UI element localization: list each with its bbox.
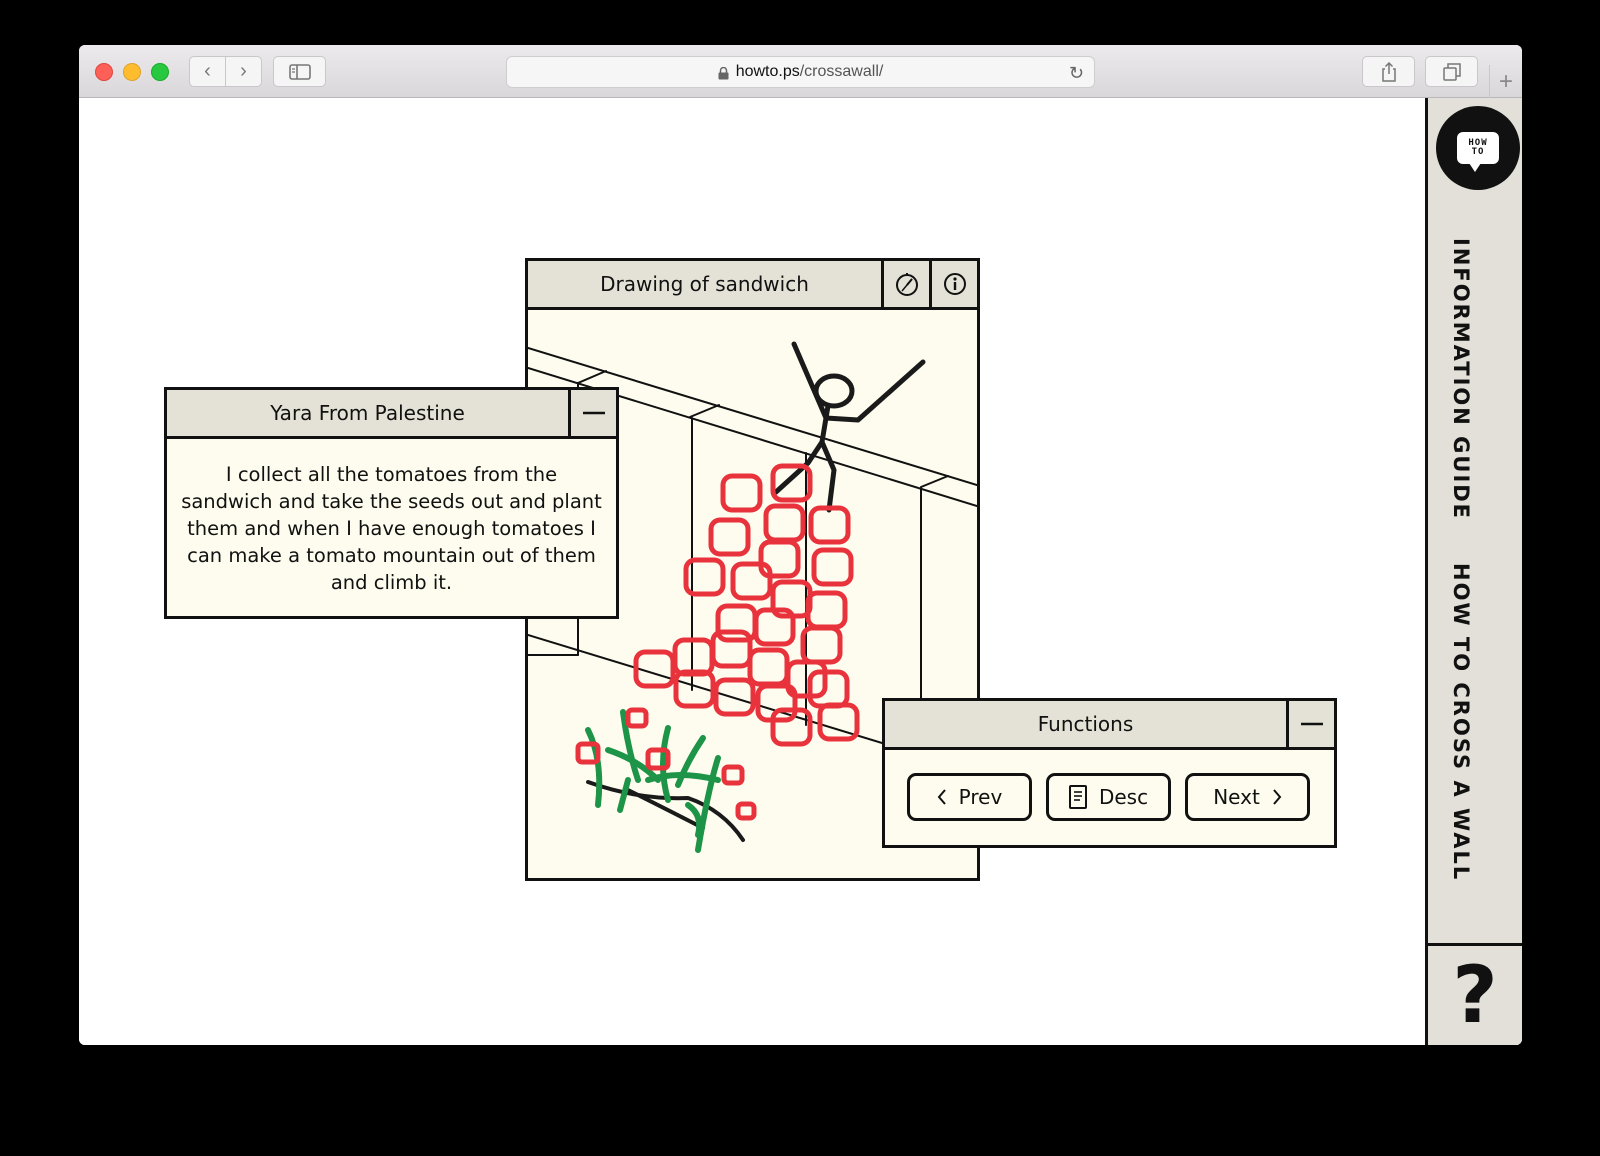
stopwatch-icon	[895, 273, 918, 296]
new-tab-button[interactable]: +	[1489, 65, 1522, 98]
speech-bubble-icon: HOW TO	[1457, 132, 1499, 172]
drawing-window-title: Drawing of sandwich	[600, 272, 809, 296]
drawing-window-header[interactable]: Drawing of sandwich	[528, 261, 977, 310]
close-window-button[interactable]	[95, 63, 113, 81]
question-mark-icon: ?	[1452, 950, 1498, 1041]
browser-toolbar: ‹ › howto.ps/crossawall/ ↻ +	[79, 45, 1522, 98]
chevron-left-icon: ‹	[204, 60, 211, 82]
functions-window[interactable]: Functions Prev Desc Next	[882, 698, 1337, 848]
functions-button-row: Prev Desc Next	[907, 773, 1310, 821]
browser-window: ‹ › howto.ps/crossawall/ ↻ + Drawing of …	[79, 45, 1522, 1045]
next-label: Next	[1213, 785, 1260, 809]
address-bar[interactable]: howto.ps/crossawall/ ↻	[506, 56, 1095, 88]
zoom-window-button[interactable]	[151, 63, 169, 81]
story-text: I collect all the tomatoes from the sand…	[181, 463, 602, 594]
chevron-left-icon	[937, 789, 946, 805]
right-sidebar: HOW TO INFORMATION GUIDE HOW TO CROSS A W…	[1425, 98, 1522, 1045]
story-minimize-button[interactable]	[568, 390, 616, 436]
back-button[interactable]: ‹	[189, 56, 226, 87]
reload-icon[interactable]: ↻	[1069, 63, 1084, 84]
sidebar-toggle-button[interactable]	[273, 56, 326, 87]
information-guide-link[interactable]: INFORMATION GUIDE	[1448, 238, 1474, 520]
functions-window-header[interactable]: Functions	[885, 701, 1334, 750]
chevron-right-icon	[1273, 789, 1282, 805]
next-button[interactable]: Next	[1185, 773, 1310, 821]
story-window-title: Yara From Palestine	[270, 401, 465, 425]
share-icon	[1381, 61, 1396, 82]
prev-button[interactable]: Prev	[907, 773, 1032, 821]
lock-icon	[718, 66, 729, 79]
minimize-icon	[582, 411, 605, 415]
help-button[interactable]: ?	[1428, 943, 1522, 1045]
prev-label: Prev	[958, 785, 1003, 809]
document-icon	[1068, 785, 1087, 809]
minimize-icon	[1300, 722, 1323, 726]
sidebar-icon	[288, 63, 311, 80]
info-button[interactable]	[929, 261, 977, 307]
how-to-cross-a-wall-link[interactable]: HOW TO CROSS A WALL	[1448, 563, 1474, 881]
desc-button[interactable]: Desc	[1046, 773, 1171, 821]
howto-logo[interactable]: HOW TO	[1436, 106, 1520, 190]
desc-label: Desc	[1098, 785, 1149, 809]
story-window[interactable]: Yara From Palestine I collect all the to…	[164, 387, 619, 619]
minimize-window-button[interactable]	[123, 63, 141, 81]
url-path: /crossawall/	[799, 63, 884, 80]
functions-window-title: Functions	[1037, 712, 1134, 736]
plus-icon: +	[1498, 67, 1513, 95]
timer-button[interactable]	[881, 261, 929, 307]
share-button[interactable]	[1362, 56, 1415, 87]
url-host: howto.ps	[735, 63, 800, 80]
logo-text-to: TO	[1471, 147, 1485, 157]
tab-overview-button[interactable]	[1425, 56, 1478, 87]
info-icon	[943, 273, 966, 295]
functions-minimize-button[interactable]	[1286, 701, 1334, 747]
tabs-icon	[1442, 62, 1461, 81]
page-content: Drawing of sandwich Yara From Palestine …	[79, 98, 1522, 1045]
forward-button[interactable]: ›	[225, 56, 262, 87]
chevron-right-icon: ›	[240, 60, 247, 82]
story-window-header[interactable]: Yara From Palestine	[167, 390, 616, 439]
